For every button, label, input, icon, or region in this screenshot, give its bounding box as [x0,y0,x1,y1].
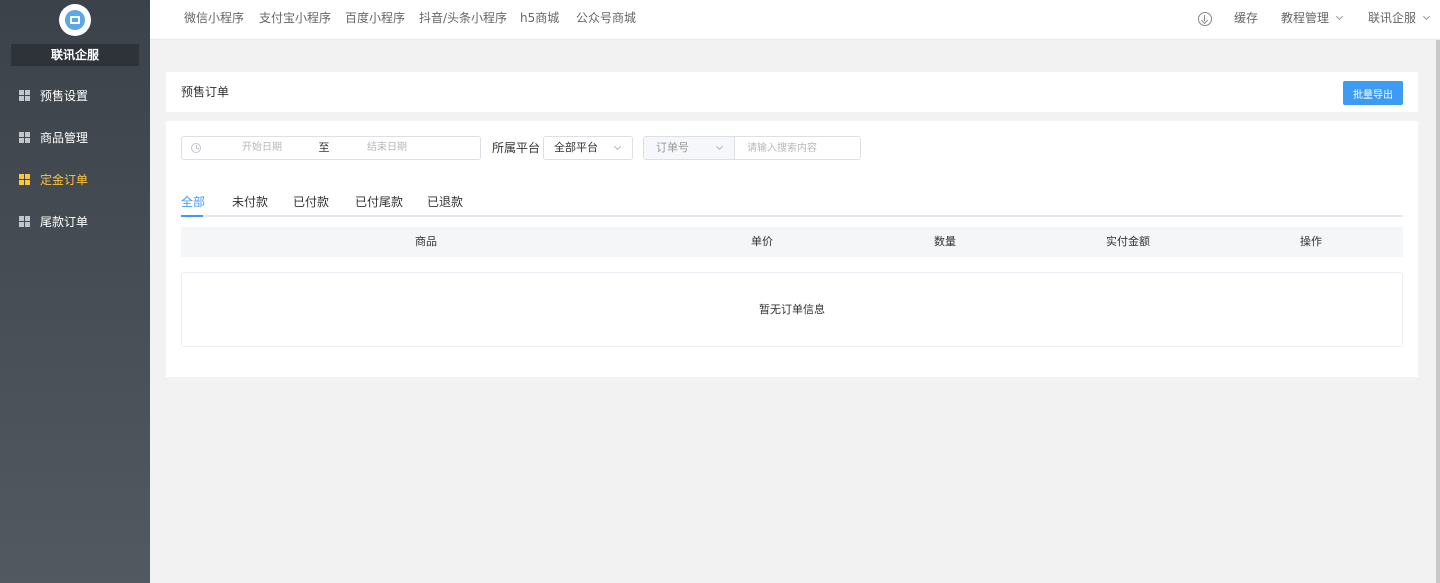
topnav-douyin-miniprogram[interactable]: 抖音/头条小程序 [419,0,507,36]
search-type-select[interactable]: 订单号 [643,136,735,160]
tab-paid[interactable]: 已付款 [293,191,329,213]
search-input[interactable] [734,136,861,160]
topnav-wechat-miniprogram[interactable]: 微信小程序 [184,0,244,36]
search-type-value: 订单号 [656,141,689,154]
topnav-h5-mall[interactable]: h5商城 [520,0,559,36]
empty-state-text: 暂无订单信息 [759,303,825,316]
brand-name: 联讯企服 [11,44,139,66]
tab-refunded[interactable]: 已退款 [427,191,463,213]
page-title: 预售订单 [181,85,230,99]
account-menu-label: 联讯企服 [1368,11,1417,25]
tutorial-menu-label: 教程管理 [1281,11,1330,25]
tab-unpaid[interactable]: 未付款 [232,191,268,213]
column-header-unit-price: 单价 [751,235,773,248]
sidebar-item-label: 定金订单 [40,172,89,187]
cache-link[interactable]: 缓存 [1234,0,1258,36]
order-status-tabs: 全部 未付款 已付款 已付尾款 已退款 [181,191,1403,217]
date-end-input[interactable]: 结束日期 [347,137,427,159]
sidebar-item-balance-orders[interactable]: 尾款订单 [0,206,150,236]
column-header-paid-amount: 实付金额 [1106,235,1150,248]
date-range-picker[interactable]: 开始日期 至 结束日期 [181,136,481,160]
account-menu[interactable]: 联讯企服 [1368,0,1431,36]
logo [59,4,91,36]
sidebar-item-label: 预售设置 [40,88,89,103]
sidebar-item-label: 尾款订单 [40,214,89,229]
column-header-actions: 操作 [1300,235,1322,248]
scrollbar-thumb[interactable] [1436,40,1440,583]
topnav-official-account-mall[interactable]: 公众号商城 [576,0,636,36]
clock-icon [191,143,201,153]
grid-icon [19,89,30,101]
top-bar: 微信小程序 支付宝小程序 百度小程序 抖音/头条小程序 h5商城 公众号商城 缓… [150,0,1440,40]
column-header-quantity: 数量 [934,235,956,248]
platform-select[interactable]: 全部平台 [543,136,633,160]
download-icon[interactable] [1198,12,1212,26]
active-tab-indicator [181,215,203,217]
date-start-input[interactable]: 开始日期 [222,137,302,159]
chevron-down-icon [1422,12,1431,21]
date-separator: 至 [318,141,330,154]
logo-icon [65,10,85,30]
tab-balance-paid[interactable]: 已付尾款 [355,191,403,213]
platform-label: 所属平台 [492,141,541,155]
column-header-product: 商品 [415,235,437,248]
grid-icon [19,173,30,185]
chevron-down-icon [715,142,724,151]
chevron-down-icon [1335,12,1344,21]
grid-icon [19,215,30,227]
sidebar-item-deposit-orders[interactable]: 定金订单 [0,164,150,194]
chevron-down-icon [613,142,622,151]
sidebar-item-presale-settings[interactable]: 预售设置 [0,80,150,110]
tutorial-menu[interactable]: 教程管理 [1281,0,1344,36]
platform-select-value: 全部平台 [554,141,598,154]
sidebar: 联讯企服 预售设置 商品管理 定金订单 尾款订单 [0,0,150,583]
sidebar-item-product-management[interactable]: 商品管理 [0,122,150,152]
table-header: 商品 单价 数量 实付金额 操作 [181,227,1403,257]
topnav-baidu-miniprogram[interactable]: 百度小程序 [345,0,405,36]
grid-icon [19,131,30,143]
empty-state: 暂无订单信息 [181,272,1403,347]
batch-export-button[interactable]: 批量导出 [1343,81,1403,105]
sidebar-item-label: 商品管理 [40,130,89,145]
topnav-alipay-miniprogram[interactable]: 支付宝小程序 [259,0,331,36]
tab-all[interactable]: 全部 [181,191,205,213]
page-header: 预售订单 批量导出 [166,72,1418,112]
order-panel: 开始日期 至 结束日期 所属平台 全部平台 订单号 全部 未付款 已付款 已付尾… [166,121,1418,377]
